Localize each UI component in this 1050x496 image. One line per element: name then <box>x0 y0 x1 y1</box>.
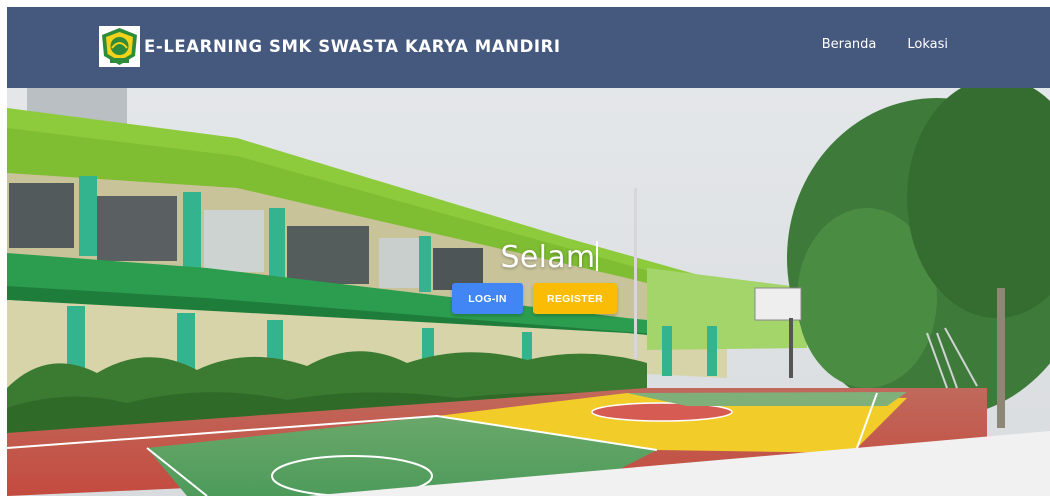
login-button[interactable]: LOG-IN <box>452 283 523 314</box>
brand-link[interactable]: E-LEARNING SMK SWASTA KARYA MANDIRI <box>99 26 561 67</box>
register-button[interactable]: REGISTER <box>533 283 617 314</box>
hero-welcome-title: Selam <box>500 240 596 275</box>
brand-name: E-LEARNING SMK SWASTA KARYA MANDIRI <box>144 37 561 56</box>
school-crest-icon <box>99 26 140 67</box>
hero-buttons: LOG-IN REGISTER <box>452 283 617 314</box>
nav-link-lokasi[interactable]: Lokasi <box>907 37 948 52</box>
page-frame: E-LEARNING SMK SWASTA KARYA MANDIRI Bera… <box>7 7 1050 496</box>
hero-content: Selam <box>7 240 1050 275</box>
nav-link-beranda[interactable]: Beranda <box>822 37 877 52</box>
typing-caret <box>596 241 599 271</box>
nav-links: Beranda Lokasi <box>822 37 948 52</box>
hero-section: Selam LOG-IN REGISTER <box>7 88 1050 496</box>
top-navbar: E-LEARNING SMK SWASTA KARYA MANDIRI Bera… <box>7 7 1050 88</box>
